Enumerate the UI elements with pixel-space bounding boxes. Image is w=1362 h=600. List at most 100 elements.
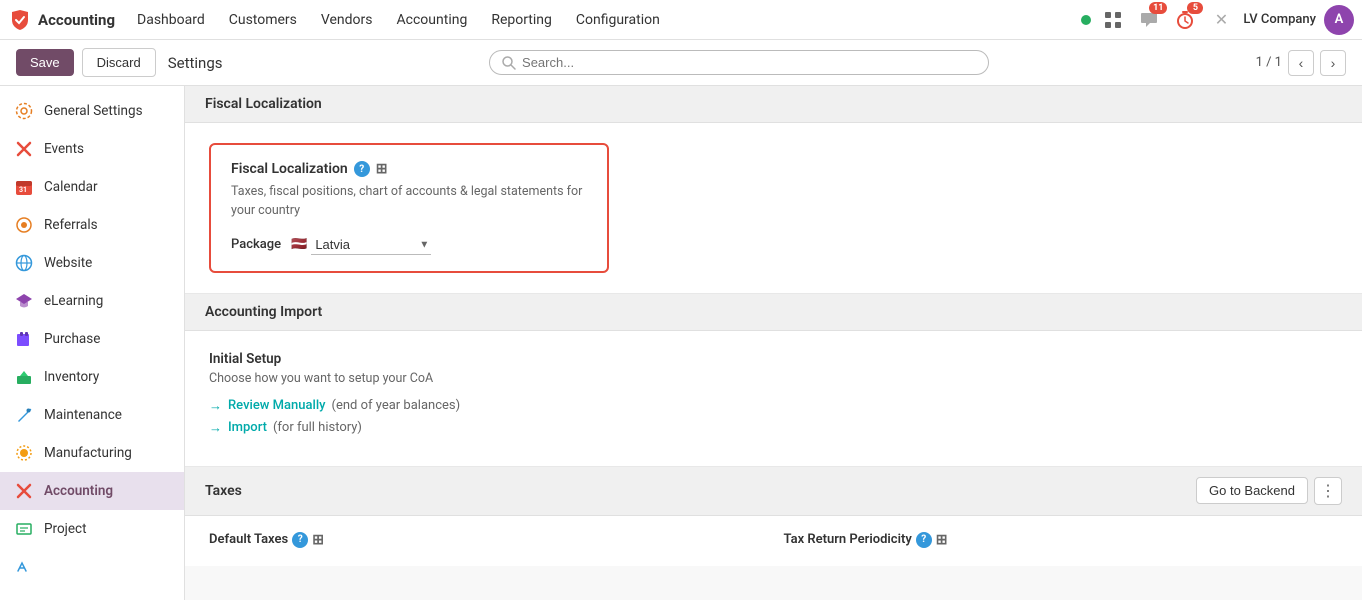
default-taxes-grid-icon: ⊞ bbox=[312, 532, 324, 548]
review-manually-suffix: (end of year balances) bbox=[332, 398, 461, 413]
sidebar-item-website[interactable]: Website bbox=[0, 244, 184, 282]
arrow-icon-2: → bbox=[209, 420, 222, 436]
sidebar-item-project[interactable]: Project bbox=[0, 510, 184, 548]
taxes-section: Taxes Go to Backend ⋮ Default Taxes ? ⊞ bbox=[185, 467, 1362, 566]
sidebar-item-label: Referrals bbox=[44, 217, 98, 233]
taxes-header: Taxes Go to Backend ⋮ bbox=[185, 467, 1362, 516]
sidebar-item-calendar[interactable]: 31 Calendar bbox=[0, 168, 184, 206]
accounting-icon bbox=[14, 481, 34, 501]
package-row: Package 🇱🇻 Latvia ▼ bbox=[231, 235, 587, 255]
pagination-info: 1 / 1 bbox=[1256, 55, 1282, 70]
nav-customers[interactable]: Customers bbox=[219, 8, 307, 32]
accounting-import-section: Accounting Import Initial Setup Choose h… bbox=[185, 294, 1362, 467]
go-to-backend-button[interactable]: Go to Backend bbox=[1196, 477, 1308, 504]
messages-btn[interactable]: 11 bbox=[1135, 6, 1163, 34]
grid-menu-btn[interactable] bbox=[1099, 6, 1127, 34]
default-taxes-help-icon[interactable]: ? bbox=[292, 532, 308, 548]
elearning-icon bbox=[14, 291, 34, 311]
sidebar-item-label: Maintenance bbox=[44, 407, 122, 423]
sidebar-item-elearning[interactable]: eLearning bbox=[0, 282, 184, 320]
initial-setup-title: Initial Setup bbox=[209, 351, 1338, 367]
fiscal-localization-section: Fiscal Localization Fiscal Localization … bbox=[185, 86, 1362, 294]
arrow-icon-1: → bbox=[209, 398, 222, 414]
nav-vendors[interactable]: Vendors bbox=[311, 8, 383, 32]
sidebar-item-general-settings[interactable]: General Settings bbox=[0, 92, 184, 130]
avatar[interactable]: A bbox=[1324, 5, 1354, 35]
brand-label: Accounting bbox=[38, 11, 115, 29]
three-dot-button[interactable]: ⋮ bbox=[1314, 477, 1342, 505]
package-select[interactable]: Latvia bbox=[311, 235, 431, 255]
sidebar-item-label: Events bbox=[44, 141, 84, 157]
sidebar-item-label: Website bbox=[44, 255, 92, 271]
grid-icon: ⊞ bbox=[376, 161, 388, 177]
brand[interactable]: Accounting bbox=[8, 8, 115, 32]
sidebar-item-purchase[interactable]: Purchase bbox=[0, 320, 184, 358]
help-icon[interactable]: ? bbox=[354, 161, 370, 177]
import-row: → Import (for full history) bbox=[209, 420, 1338, 436]
nav-right: 11 5 ✕ LV Company A bbox=[1081, 5, 1354, 35]
main-layout: General Settings Events 31 Calendar bbox=[0, 86, 1362, 600]
sidebar-item-accounting[interactable]: Accounting bbox=[0, 472, 184, 510]
fiscal-description: Taxes, fiscal positions, chart of accoun… bbox=[231, 183, 587, 221]
fiscal-localization-body: Fiscal Localization ? ⊞ Taxes, fiscal po… bbox=[185, 123, 1362, 294]
tax-return-grid-icon: ⊞ bbox=[936, 532, 948, 548]
brand-icon bbox=[8, 8, 32, 32]
sidebar-item-maintenance[interactable]: Maintenance bbox=[0, 396, 184, 434]
referrals-icon bbox=[14, 215, 34, 235]
sidebar-item-label: Purchase bbox=[44, 331, 100, 347]
sidebar-item-label: Project bbox=[44, 521, 87, 537]
sidebar: General Settings Events 31 Calendar bbox=[0, 86, 185, 600]
fiscal-localization-header: Fiscal Localization bbox=[185, 86, 1362, 123]
nav-accounting[interactable]: Accounting bbox=[387, 8, 478, 32]
review-manually-row: → Review Manually (end of year balances) bbox=[209, 398, 1338, 414]
nav-dashboard[interactable]: Dashboard bbox=[127, 8, 215, 32]
sidebar-item-manufacturing[interactable]: Manufacturing bbox=[0, 434, 184, 472]
pagination-next[interactable]: › bbox=[1320, 50, 1346, 76]
sidebar-item-label: General Settings bbox=[44, 103, 143, 119]
package-select-wrapper: 🇱🇻 Latvia ▼ bbox=[291, 235, 431, 255]
nav-reporting[interactable]: Reporting bbox=[481, 8, 562, 32]
timer-badge: 5 bbox=[1187, 2, 1203, 14]
fiscal-card: Fiscal Localization ? ⊞ Taxes, fiscal po… bbox=[209, 143, 609, 273]
sign-icon bbox=[14, 557, 34, 577]
purchase-icon bbox=[14, 329, 34, 349]
project-icon bbox=[14, 519, 34, 539]
general-settings-icon bbox=[14, 101, 34, 121]
inventory-icon bbox=[14, 367, 34, 387]
import-link[interactable]: Import bbox=[228, 420, 267, 435]
page-title: Settings bbox=[168, 54, 223, 72]
content-area: Fiscal Localization Fiscal Localization … bbox=[185, 86, 1362, 600]
grid-icon bbox=[1104, 11, 1122, 29]
discard-button[interactable]: Discard bbox=[82, 48, 156, 77]
toolbar: Save Discard Settings 1 / 1 ‹ › bbox=[0, 40, 1362, 86]
default-taxes-field: Default Taxes ? ⊞ bbox=[209, 532, 764, 550]
tax-return-help-icon[interactable]: ? bbox=[916, 532, 932, 548]
close-btn[interactable]: ✕ bbox=[1207, 6, 1235, 34]
import-suffix: (for full history) bbox=[273, 420, 362, 435]
tax-return-periodicity-field: Tax Return Periodicity ? ⊞ bbox=[784, 532, 1339, 550]
close-icon: ✕ bbox=[1215, 10, 1228, 29]
pagination-prev[interactable]: ‹ bbox=[1288, 50, 1314, 76]
save-button[interactable]: Save bbox=[16, 49, 74, 76]
sidebar-item-label: Inventory bbox=[44, 369, 99, 385]
package-label: Package bbox=[231, 237, 281, 252]
sidebar-item-events[interactable]: Events bbox=[0, 130, 184, 168]
top-nav: Accounting Dashboard Customers Vendors A… bbox=[0, 0, 1362, 40]
search-input[interactable] bbox=[522, 55, 976, 70]
review-manually-link[interactable]: Review Manually bbox=[228, 398, 326, 413]
pagination: 1 / 1 ‹ › bbox=[1256, 50, 1346, 76]
online-status bbox=[1081, 15, 1091, 25]
calendar-icon: 31 bbox=[14, 177, 34, 197]
sidebar-item-label: Calendar bbox=[44, 179, 98, 195]
fiscal-card-title: Fiscal Localization ? ⊞ bbox=[231, 161, 587, 177]
sidebar-item-label: Manufacturing bbox=[44, 445, 132, 461]
sidebar-item-inventory[interactable]: Inventory bbox=[0, 358, 184, 396]
svg-text:31: 31 bbox=[19, 186, 27, 194]
search-icon bbox=[502, 56, 516, 70]
timer-btn[interactable]: 5 bbox=[1171, 6, 1199, 34]
accounting-import-body: Initial Setup Choose how you want to set… bbox=[185, 331, 1362, 467]
tax-return-label: Tax Return Periodicity ? ⊞ bbox=[784, 532, 1339, 548]
sidebar-item-sign[interactable] bbox=[0, 548, 184, 586]
sidebar-item-referrals[interactable]: Referrals bbox=[0, 206, 184, 244]
nav-configuration[interactable]: Configuration bbox=[566, 8, 670, 32]
